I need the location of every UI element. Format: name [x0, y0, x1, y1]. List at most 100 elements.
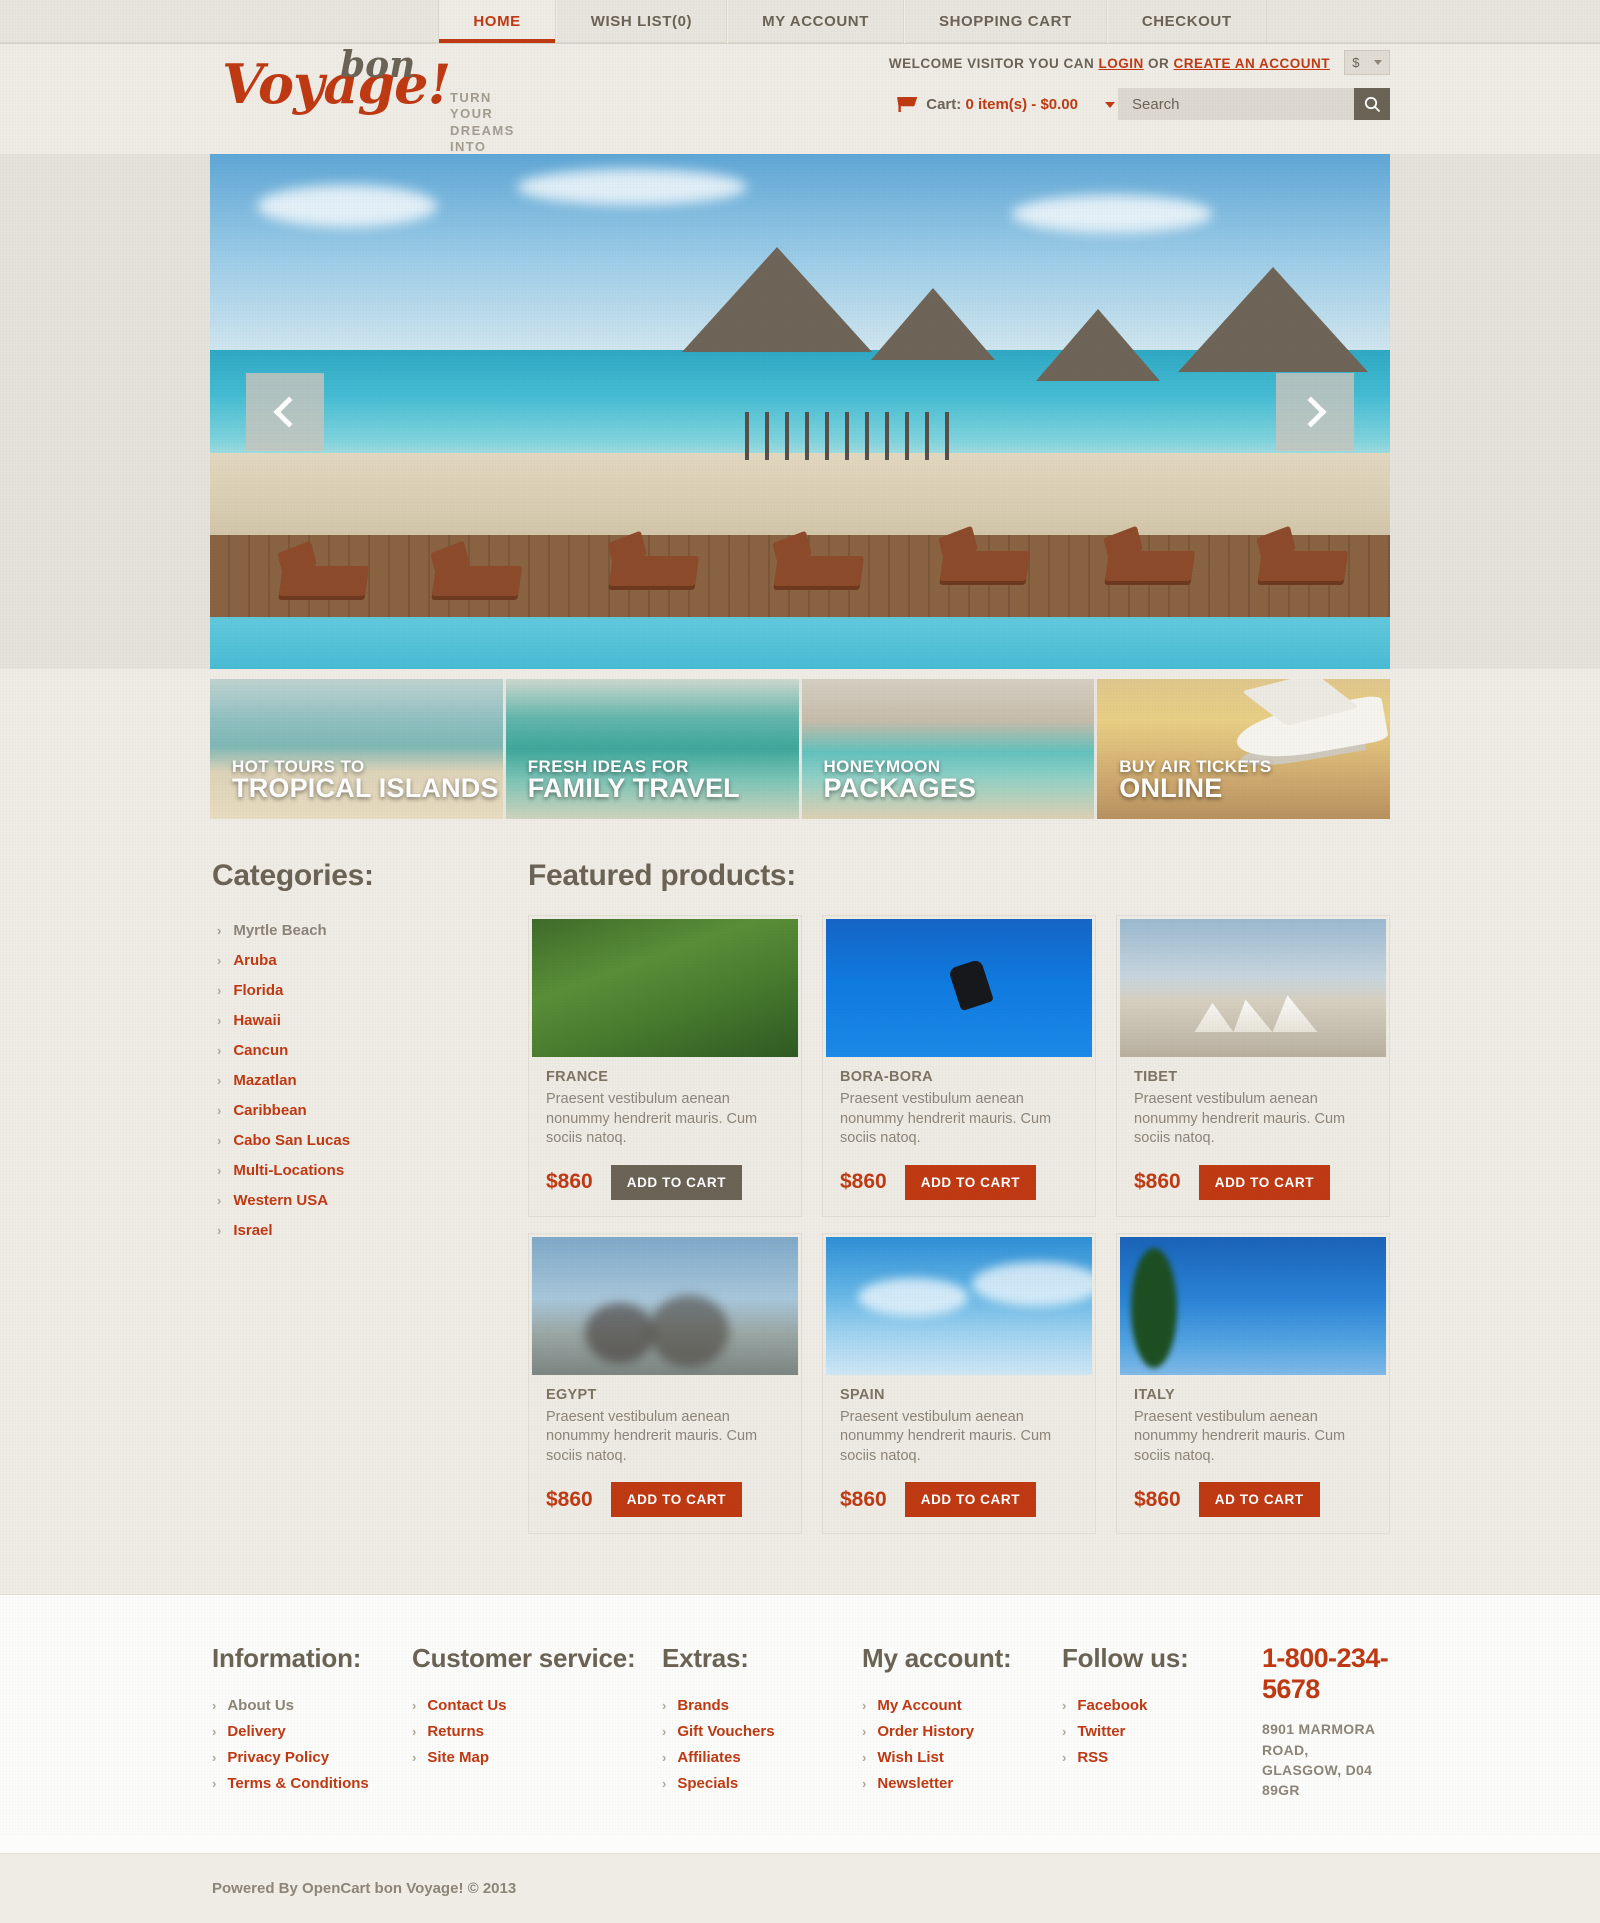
- footer-link-label: Privacy Policy: [227, 1748, 330, 1766]
- product-description: Praesent vestibulum aenean nonummy hendr…: [546, 1091, 758, 1147]
- category-item[interactable]: › Israel: [212, 1215, 510, 1245]
- nav-item-wish-list-0[interactable]: WISH LIST(0): [555, 0, 728, 43]
- promo-banner-3[interactable]: HONEYMOON PACKAGES: [801, 679, 1095, 819]
- category-item[interactable]: › Aruba: [212, 945, 510, 975]
- footer-link[interactable]: › Brands: [662, 1692, 862, 1718]
- beach-lounger: [939, 550, 1030, 581]
- nav-item-my-account[interactable]: MY ACCOUNT: [727, 0, 904, 43]
- category-label: Multi-Locations: [233, 1161, 345, 1179]
- footer-link-list: › About Us › Delivery › Privacy Policy › Terms …: [212, 1692, 412, 1796]
- promo-banner-2[interactable]: FRESH IDEAS FOR FAMILY TRAVEL: [505, 679, 799, 819]
- category-label: Florida: [233, 981, 284, 999]
- footer-link[interactable]: › Contact Us: [412, 1692, 662, 1718]
- product-image[interactable]: [1120, 919, 1386, 1057]
- cart-chevron-down-icon[interactable]: [1105, 101, 1115, 108]
- login-link[interactable]: LOGIN: [1098, 56, 1143, 71]
- category-item[interactable]: › Caribbean: [212, 1095, 510, 1125]
- add-to-cart-button[interactable]: ADD TO CART: [610, 1164, 743, 1200]
- product-price: $860: [546, 1170, 593, 1194]
- featured-products-section: Featured products: FRANCE Praesent vestib…: [510, 859, 1390, 1535]
- footer-link[interactable]: › About Us: [212, 1692, 412, 1718]
- product-card[interactable]: BORA-BORA Praesent vestibulum aenean nonu…: [822, 915, 1096, 1217]
- chevron-right-icon: ›: [212, 1749, 217, 1765]
- category-item[interactable]: › Western USA: [212, 1185, 510, 1215]
- promo-line-2: PACKAGES: [823, 773, 977, 804]
- nav-item-checkout[interactable]: CHECKOUT: [1106, 0, 1267, 43]
- product-card[interactable]: SPAIN Praesent vestibulum aenean nonummy …: [822, 1232, 1096, 1535]
- add-to-cart-button[interactable]: ADD TO CART: [904, 1482, 1037, 1518]
- nav-item-shopping-cart[interactable]: SHOPPING CART: [904, 0, 1107, 43]
- category-label: Mazatlan: [233, 1071, 297, 1089]
- footer-link[interactable]: › Specials: [662, 1770, 862, 1796]
- footer-link[interactable]: › My Account: [862, 1692, 1062, 1718]
- category-item[interactable]: › Hawaii: [212, 1005, 510, 1035]
- footer-link[interactable]: › Terms & Conditions: [212, 1770, 412, 1796]
- promo-banner-1[interactable]: HOT TOURS TO TROPICAL ISLANDS: [210, 679, 503, 819]
- product-card[interactable]: FRANCE Praesent vestibulum aenean nonummy…: [528, 915, 802, 1217]
- category-label: Hawaii: [233, 1011, 281, 1029]
- bungalow-stilts: [729, 411, 950, 460]
- footer-link[interactable]: › Returns: [412, 1718, 662, 1744]
- cart-value: 0 item(s) - $0.00: [965, 96, 1078, 113]
- footer-column-title: Information:: [212, 1643, 362, 1674]
- chevron-right-icon: ›: [212, 1775, 217, 1791]
- add-to-cart-button[interactable]: ADD TO CART: [610, 1482, 743, 1518]
- product-price: $860: [1134, 1487, 1181, 1511]
- add-to-cart-button[interactable]: ADD TO CART: [1198, 1164, 1331, 1200]
- create-account-link[interactable]: CREATE AN ACCOUNT: [1174, 56, 1331, 71]
- footer-link[interactable]: › Privacy Policy: [212, 1744, 412, 1770]
- category-item[interactable]: › Myrtle Beach: [212, 915, 510, 945]
- chevron-right-icon: ›: [217, 922, 222, 938]
- chevron-right-icon: ›: [662, 1697, 667, 1713]
- beach-lounger: [1258, 550, 1349, 581]
- product-card[interactable]: TIBET Praesent vestibulum aenean nonummy …: [1116, 915, 1390, 1217]
- currency-selector[interactable]: $: [1344, 50, 1390, 75]
- category-item[interactable]: › Multi-Locations: [212, 1155, 510, 1185]
- footer-link[interactable]: › RSS: [1062, 1744, 1262, 1770]
- nav-item-home[interactable]: HOME: [438, 0, 556, 43]
- promo-caption: HOT TOURS TO TROPICAL ISLANDS: [232, 758, 499, 803]
- search-input[interactable]: [1118, 88, 1354, 120]
- hero-slider[interactable]: [210, 154, 1390, 669]
- category-label: Caribbean: [233, 1101, 307, 1119]
- search-button[interactable]: [1354, 88, 1390, 120]
- footer-link[interactable]: › Site Map: [412, 1744, 662, 1770]
- product-image[interactable]: [826, 1236, 1092, 1375]
- product-description: Praesent vestibulum aenean nonummy hendr…: [1134, 1408, 1346, 1464]
- slider-next-button[interactable]: [1276, 372, 1354, 451]
- search-icon: [1364, 96, 1380, 112]
- footer-link[interactable]: › Gift Vouchers: [662, 1718, 862, 1744]
- product-image[interactable]: [532, 1236, 798, 1375]
- footer-link[interactable]: › Newsletter: [862, 1770, 1062, 1796]
- add-to-cart-button[interactable]: AD TO CART: [1198, 1482, 1320, 1518]
- product-image[interactable]: [1120, 1236, 1386, 1375]
- product-image[interactable]: [532, 919, 798, 1057]
- promo-banner-4[interactable]: BUY AIR TICKETS ONLINE: [1097, 679, 1390, 819]
- footer-link[interactable]: › Order History: [862, 1718, 1062, 1744]
- product-card[interactable]: EGYPT Praesent vestibulum aenean nonummy …: [528, 1232, 802, 1535]
- category-item[interactable]: › Florida: [212, 975, 510, 1005]
- category-item[interactable]: › Cancun: [212, 1035, 510, 1065]
- footer-link[interactable]: › Affiliates: [662, 1744, 862, 1770]
- footer-link[interactable]: › Delivery: [212, 1718, 412, 1744]
- product-image[interactable]: [826, 919, 1092, 1057]
- promo-caption: FRESH IDEAS FOR FAMILY TRAVEL: [528, 758, 740, 803]
- footer-link[interactable]: › Wish List: [862, 1744, 1062, 1770]
- slider-prev-button[interactable]: [246, 372, 324, 451]
- footer-column-my-account: My account: › My Account › Order History › Wis…: [862, 1643, 1062, 1800]
- site-footer: Information: › About Us › Delivery › Privacy P…: [0, 1594, 1600, 1853]
- product-card[interactable]: ITALY Praesent vestibulum aenean nonummy …: [1116, 1232, 1390, 1535]
- category-label: Cabo San Lucas: [233, 1131, 351, 1149]
- footer-link-list: › My Account › Order History › Wish List › News…: [862, 1692, 1062, 1796]
- footer-link[interactable]: › Facebook: [1062, 1692, 1262, 1718]
- footer-link[interactable]: › Twitter: [1062, 1718, 1262, 1744]
- add-to-cart-button[interactable]: ADD TO CART: [904, 1164, 1037, 1200]
- cart-summary[interactable]: Cart: 0 item(s) - $0.00: [897, 96, 1115, 113]
- site-logo[interactable]: Voyage! bon TURN YOUR DREAMS INTO REALIT…: [222, 44, 514, 170]
- promo-caption: BUY AIR TICKETS ONLINE: [1119, 758, 1271, 803]
- footer-link-label: Contact Us: [427, 1696, 507, 1714]
- category-item[interactable]: › Cabo San Lucas: [212, 1125, 510, 1155]
- category-item[interactable]: › Mazatlan: [212, 1065, 510, 1095]
- product-info: SPAIN Praesent vestibulum aenean nonummy …: [826, 1375, 1092, 1534]
- logo-wordmark: Voyage!: [222, 57, 451, 111]
